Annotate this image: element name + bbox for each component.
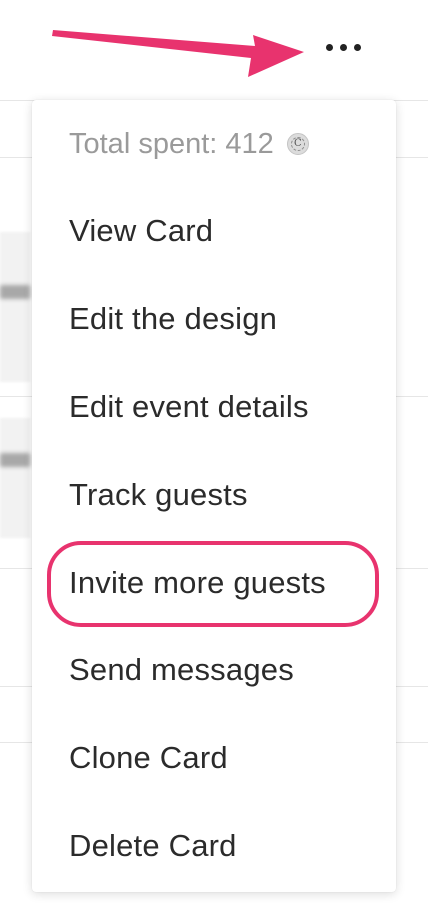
more-horizontal-icon bbox=[325, 43, 333, 51]
menu-item-delete-card[interactable]: Delete Card bbox=[69, 816, 237, 876]
blurred-background-content bbox=[0, 418, 30, 538]
card-options-menu: Total spent: 412 View Card Edit the desi… bbox=[32, 100, 396, 892]
menu-item-clone-card[interactable]: Clone Card bbox=[69, 728, 228, 788]
menu-item-view-card[interactable]: View Card bbox=[69, 201, 213, 261]
coin-icon bbox=[286, 133, 309, 155]
more-horizontal-icon bbox=[353, 43, 361, 51]
more-horizontal-icon bbox=[339, 43, 347, 51]
total-spent-label: Total spent: 412 bbox=[69, 127, 274, 160]
blurred-background-text bbox=[0, 453, 30, 467]
blurred-background-content bbox=[0, 232, 30, 382]
menu-item-track-guests[interactable]: Track guests bbox=[69, 465, 248, 525]
more-options-button[interactable] bbox=[313, 32, 373, 62]
menu-item-send-messages[interactable]: Send messages bbox=[69, 640, 294, 700]
blurred-background-text bbox=[0, 285, 30, 299]
menu-item-invite-more-guests[interactable]: Invite more guests bbox=[69, 553, 326, 613]
menu-item-edit-event-details[interactable]: Edit event details bbox=[69, 377, 309, 437]
total-spent-row: Total spent: 412 bbox=[69, 114, 309, 174]
menu-item-edit-design[interactable]: Edit the design bbox=[69, 289, 277, 349]
